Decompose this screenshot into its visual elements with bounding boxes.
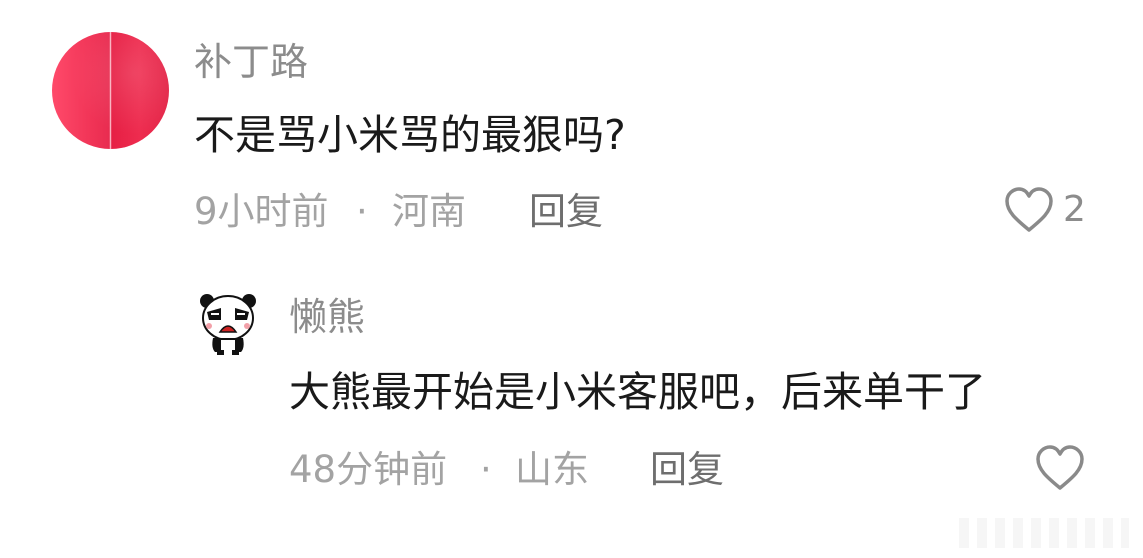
heart-outline-icon bbox=[1005, 187, 1053, 232]
reply-button[interactable]: 回复 bbox=[529, 193, 603, 230]
reply-location: 山东 bbox=[515, 448, 589, 491]
watermark bbox=[959, 518, 1129, 548]
like-count: 2 bbox=[1063, 189, 1086, 230]
heart-outline-icon bbox=[1036, 445, 1084, 490]
reply-username[interactable]: 懒熊 bbox=[289, 298, 365, 336]
meta-separator: · bbox=[356, 190, 368, 233]
avatar[interactable] bbox=[197, 290, 259, 356]
reply-button[interactable]: 回复 bbox=[650, 451, 724, 488]
avatar[interactable] bbox=[52, 32, 169, 149]
like-button[interactable]: 2 bbox=[1003, 186, 1086, 234]
like-button[interactable] bbox=[1034, 444, 1086, 492]
reply-time: 48分钟前 bbox=[289, 448, 448, 491]
reply-text: 大熊最开始是小米客服吧，后来单干了 bbox=[289, 368, 986, 416]
comment-time: 9小时前 bbox=[194, 190, 329, 233]
comment-location: 河南 bbox=[392, 190, 466, 233]
meta-separator: · bbox=[480, 448, 492, 491]
comment-username[interactable]: 补丁路 bbox=[194, 43, 308, 81]
comment-text: 不是骂小米骂的最狠吗? bbox=[194, 111, 626, 159]
